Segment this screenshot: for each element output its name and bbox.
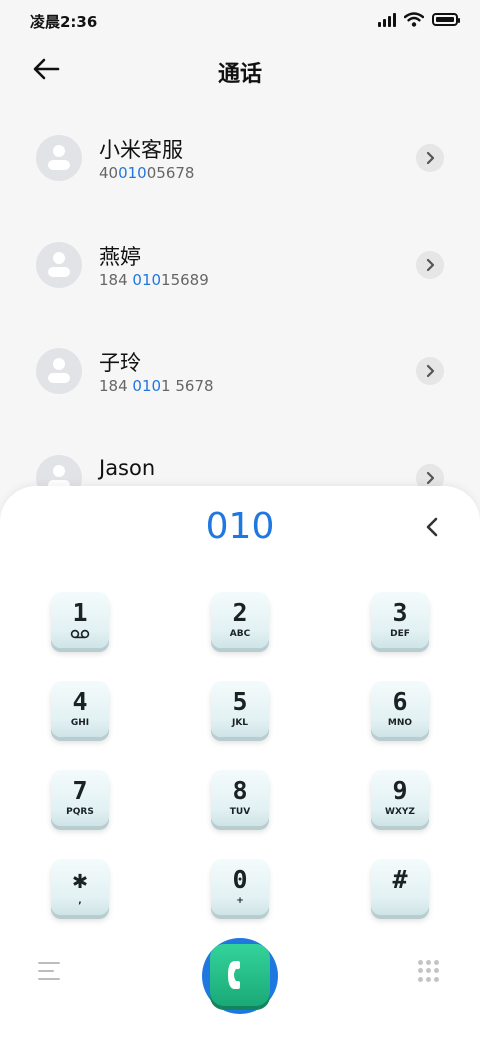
signal-icon [378,12,396,27]
key-4[interactable]: 4 GHI [51,681,109,737]
dialpad-sheet: 010 1 2 ABC 3 DEF 4 GHI 5 JKL 6 MNO 7 PQ… [0,486,480,1040]
key-9[interactable]: 9 WXYZ [371,770,429,826]
dialed-number: 010 [205,506,275,547]
contact-name: Jason [99,456,156,480]
key-star[interactable]: ✱ , [51,859,109,915]
contact-row[interactable]: 子玲 184 0101 5678 [0,331,480,431]
contact-number: 4001005678 [99,164,195,182]
key-6[interactable]: 6 MNO [371,681,429,737]
avatar [36,348,82,394]
contact-row[interactable]: 小米客服 4001005678 [0,118,480,218]
key-7[interactable]: 7 PQRS [51,770,109,826]
battery-icon [432,13,460,26]
key-2[interactable]: 2 ABC [211,592,269,648]
contact-number: 184 01015689 [99,271,209,289]
voicemail-icon [70,629,90,639]
key-hash[interactable]: # [371,859,429,915]
avatar [36,135,82,181]
status-icons [378,12,460,27]
status-time: 凌晨2:36 [30,13,98,31]
phone-icon [228,961,240,989]
chevron-right-icon[interactable] [416,357,444,385]
contact-number: 184 0101 5678 [99,377,214,395]
key-3[interactable]: 3 DEF [371,592,429,648]
contact-name: 燕婷 [99,245,141,269]
contact-row[interactable]: 燕婷 184 01015689 [0,225,480,325]
header: 通话 [0,44,480,96]
avatar [36,242,82,288]
call-button-face [210,944,270,1006]
chevron-right-icon[interactable] [416,251,444,279]
menu-icon[interactable] [38,960,62,982]
contact-name: 子玲 [99,351,141,375]
key-8[interactable]: 8 TUV [211,770,269,826]
status-bar: 凌晨2:36 [0,0,480,40]
backspace-icon[interactable] [420,514,446,540]
key-0[interactable]: 0 + [211,859,269,915]
contact-name: 小米客服 [99,138,183,162]
page-title: 通话 [217,62,262,87]
key-1[interactable]: 1 [51,592,109,648]
key-5[interactable]: 5 JKL [211,681,269,737]
dialpad-toggle-icon[interactable] [418,960,440,982]
wifi-icon [404,12,424,27]
chevron-right-icon[interactable] [416,144,444,172]
call-button[interactable] [202,938,278,1014]
